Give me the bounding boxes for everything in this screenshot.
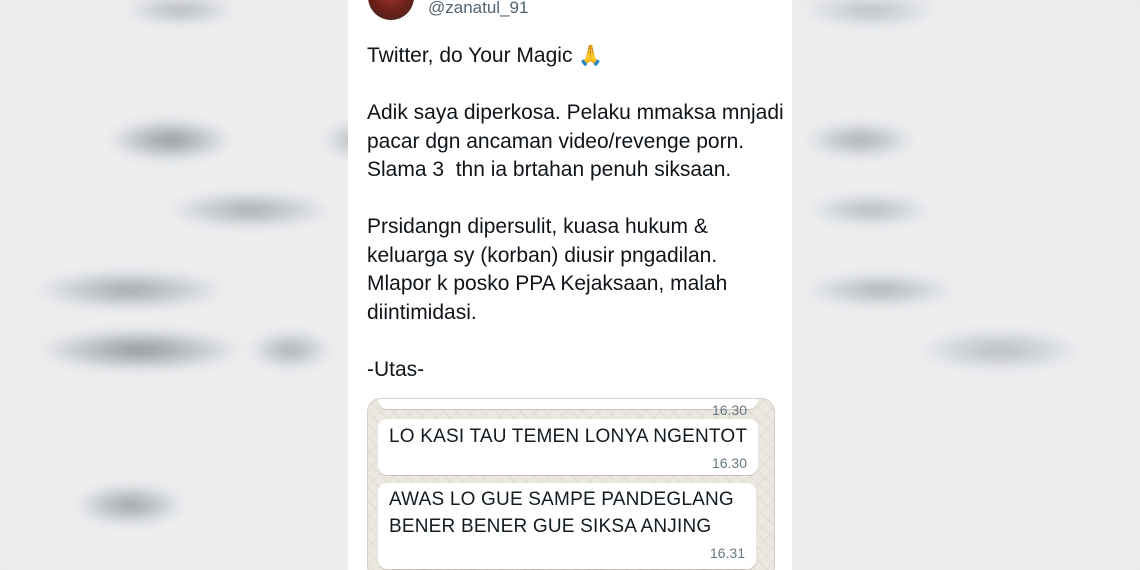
praying-hands-icon: 🙏: [578, 45, 604, 67]
tweet-line: Adik saya diperkosa. Pelaku mmaksa mnjad…: [367, 101, 784, 124]
chat-screenshot-image[interactable]: 16.30 LO KASI TAU TEMEN LONYA NGENTOT 16…: [367, 398, 775, 570]
tweet-text: Twitter, do Your Magic 🙏 Adik saya diper…: [367, 42, 784, 385]
author-handle[interactable]: @zanatul_91: [428, 0, 528, 18]
message-time: 16.30: [711, 402, 747, 418]
tweet-paragraph: Twitter, do Your Magic 🙏: [367, 42, 777, 71]
avatar[interactable]: [368, 0, 414, 20]
tweet-line: diintimidasi.: [367, 300, 477, 324]
tweet-line: Twitter, do Your Magic 🙏: [367, 44, 604, 67]
chat-bubble: LO KASI TAU TEMEN LONYA NGENTOT 16.30: [378, 419, 758, 475]
tweet-line: pacar dgn ancaman video/revenge porn.: [367, 129, 745, 153]
tweet-paragraph: -Utas-: [367, 356, 777, 385]
message-time: 16.31: [709, 545, 745, 561]
message-time: 16.30: [711, 455, 747, 471]
message-text: LO KASI TAU TEMEN LONYA NGENTOT: [389, 426, 748, 447]
tweet-paragraph: Prsidangn dipersulit, kuasa hukum & kelu…: [367, 213, 777, 327]
chat-bubble: AWAS LO GUE SAMPE PANDEGLANG BENER BENER…: [378, 483, 756, 569]
tweet-line: Slama 3 thn ia brtahan penuh siksaan.: [367, 158, 732, 181]
message-text: AWAS LO GUE SAMPE PANDEGLANG BENER BENER…: [389, 489, 734, 537]
screenshot-stage: @zanatul_91 Twitter, do Your Magic 🙏 Adi…: [0, 0, 1140, 570]
tweet-line: keluarga sy (korban) diusir pngadilan.: [367, 243, 718, 267]
tweet-paragraph: Adik saya diperkosa. Pelaku mmaksa mnjad…: [367, 99, 784, 185]
chat-bubble: 16.30: [378, 399, 758, 418]
tweet-line: Prsidangn dipersulit, kuasa hukum &: [367, 215, 708, 238]
tweet-line: Mlapor k posko PPA Kejaksaan, malah: [367, 272, 728, 295]
tweet-card: @zanatul_91 Twitter, do Your Magic 🙏 Adi…: [348, 0, 792, 570]
tweet-line: -Utas-: [367, 357, 425, 381]
